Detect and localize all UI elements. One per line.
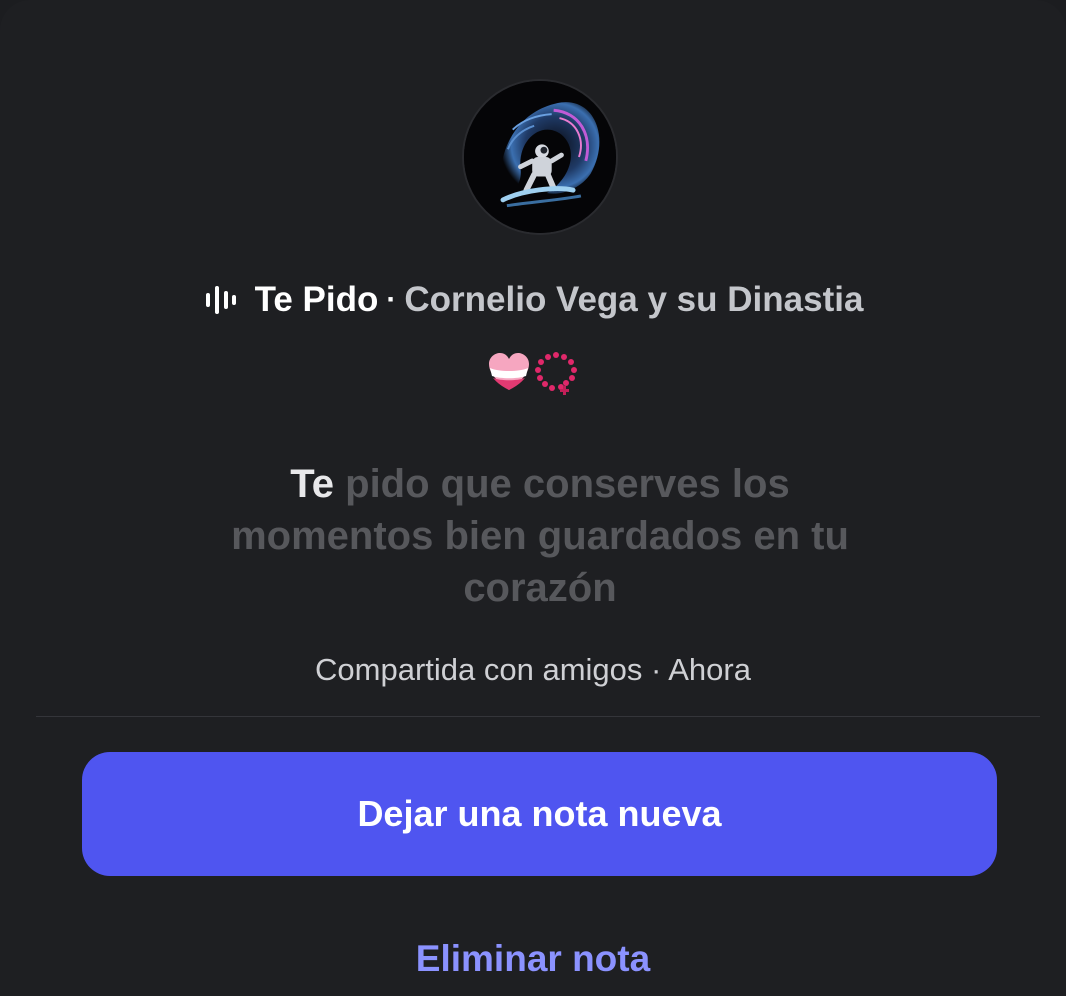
delete-note-button[interactable]: Eliminar nota: [0, 938, 1066, 980]
note-audience-time: Compartida con amigos · Ahora: [315, 652, 751, 687]
rosary-emoji: [535, 352, 577, 395]
profile-avatar[interactable]: [462, 79, 618, 235]
song-title: Te Pido: [254, 280, 379, 319]
song-info[interactable]: Te Pido · Cornelio Vega y su Dinastia: [0, 278, 1066, 322]
song-separator: ·: [386, 283, 397, 316]
song-artist: Cornelio Vega y su Dinastia: [404, 280, 864, 319]
astronaut-surfer-avatar-image: [464, 81, 616, 233]
audio-waveform-icon: [205, 286, 236, 314]
divider: [36, 716, 1040, 717]
lyrics-active-word: Te: [290, 462, 335, 506]
note-lyrics: Te pido que conserves los momentos bien …: [190, 458, 890, 614]
note-sheet: Te Pido · Cornelio Vega y su Dinastia Te…: [0, 0, 1066, 996]
new-note-button[interactable]: Dejar una nota nueva: [82, 752, 997, 876]
note-emojis: [0, 348, 1066, 398]
heart-with-band-emoji: [489, 353, 529, 390]
